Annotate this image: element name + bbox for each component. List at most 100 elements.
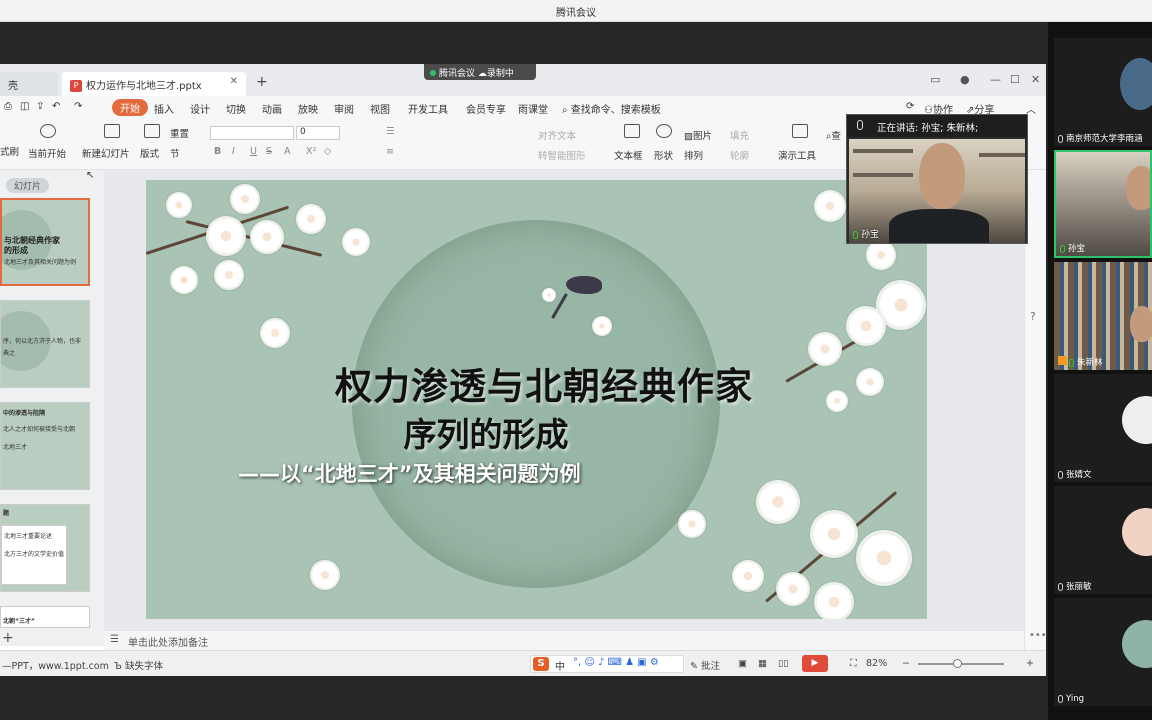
menu-review[interactable]: 审阅 [334,101,354,116]
reset-button[interactable]: 重置 [170,126,189,140]
notes-bar[interactable]: ☰ 单击此处添加备注 [104,630,1024,650]
format-painter-button[interactable]: 式刷 [0,144,19,158]
participant-tile[interactable]: 张婧文 [1054,374,1152,482]
outline-button[interactable]: 轮廓 [730,148,749,162]
underline-icon[interactable]: U [250,146,257,157]
zoom-slider-handle[interactable] [953,659,962,668]
textbox-button[interactable]: 文本框 [614,148,643,162]
active-speaker-tile[interactable]: 正在讲话: 孙宝; 朱新林; 孙宝 [846,114,1028,244]
more-icon[interactable]: ••• [1029,630,1047,641]
menu-rain-classroom[interactable]: 雨课堂 [518,101,548,116]
current-slide[interactable]: 权力渗透与北朝经典作家 序列的形成 ——以“北地三才”及其相关问题为例 [146,180,927,619]
maximize-icon[interactable]: ☐ [1010,73,1020,86]
menu-developer[interactable]: 开发工具 [408,101,448,116]
ppt-file-icon: P [70,80,82,92]
font-size-input[interactable]: 0 [296,126,340,140]
flower [342,228,370,256]
speaker-name: 孙宝 [861,230,880,240]
new-slide-button[interactable]: 新建幻灯片 [82,146,130,160]
missing-font-button[interactable]: Ъ 缺失字体 [114,658,163,672]
sync-icon[interactable]: ⟳ [906,101,914,112]
tab-document[interactable]: P 权力运作与北地三才.pptx ✕ [62,72,246,96]
layout-button[interactable]: 版式 [140,146,159,160]
strikethrough-icon[interactable]: S [266,146,272,157]
undo-icon[interactable]: ↶ [52,101,60,112]
flower [214,260,244,290]
participant-tile[interactable]: 张丽敏 [1054,486,1152,594]
menu-insert[interactable]: 插入 [154,101,174,116]
normal-view-icon[interactable]: ▣ [738,658,747,669]
zoom-in-icon[interactable]: + [1026,658,1034,669]
participant-tile[interactable]: Ying [1054,598,1152,706]
flower [846,306,886,346]
align-left-icon[interactable]: ≡ [386,146,394,157]
section-button[interactable]: 节 [170,146,180,160]
menu-member[interactable]: 会员专享 [466,101,506,116]
participant-label: 张丽敏 [1058,580,1092,592]
font-name-input[interactable] [210,126,294,140]
slide-thumbnail-1[interactable]: 与北朝经典作家 的形成 北地三才及其相关问题为例 [0,198,90,286]
add-slide-icon[interactable]: + [2,630,14,646]
picture-button[interactable]: ▨图片 [684,128,712,142]
template-source: —PPT，www.1ppt.com [2,661,109,672]
fit-window-icon[interactable]: ⛶ [850,658,857,669]
reading-view-icon[interactable]: ▯▯ [778,658,788,669]
slideshow-play-button[interactable]: ▶ [802,655,828,672]
slide-thumbnail-4[interactable]: 题 北地三才重要论述 北方三才的文学史价值 [0,504,90,592]
superscript-icon[interactable]: X² [306,146,316,157]
menu-slideshow[interactable]: 放映 [298,101,318,116]
help-icon[interactable]: ? [1030,310,1036,323]
slide-thumbnail-2[interactable]: 序，何以北方济于人物，也非 典之 [0,300,90,388]
eraser-icon[interactable]: ◇ [324,146,331,157]
grid-view-icon[interactable]: ▦ [758,658,767,669]
flower [814,190,846,222]
window-mode-icon[interactable]: ▭ [930,73,940,86]
new-tab-button[interactable]: + [256,74,268,90]
play-from-current-button[interactable]: 当前开始 [28,146,66,160]
account-avatar-icon[interactable]: ● [960,73,970,86]
italic-icon[interactable]: I [232,146,235,157]
font-color-icon[interactable]: A [284,146,291,157]
new-slide-icon [104,124,120,138]
present-tools-button[interactable]: 演示工具 [778,148,816,162]
fill-button[interactable]: 填充 [730,128,749,142]
slide-thumbnail-5[interactable]: 北朝“三才” [0,606,90,628]
zoom-level[interactable]: 82% [866,658,887,669]
menu-start[interactable]: 开始 [112,99,148,116]
redo-icon[interactable]: ↷ [74,101,82,112]
arrange-button[interactable]: 排列 [684,148,703,162]
input-method-bar[interactable]: S 中 °, ☺ ♪ ⌨ ♟ ▣ ⚙ [530,655,684,673]
thumb-title-2: 的形成 [4,246,28,255]
tab-home[interactable]: 壳 [0,72,58,96]
participant-tile-active[interactable]: 孙宝 [1054,150,1152,258]
ime-mode: 中 [555,662,565,673]
thumb-title: 题 [3,510,10,517]
thumb-text: 北人之才如何被接受与北朝 [3,426,76,433]
missing-font-label: 缺失字体 [124,661,163,672]
menu-transition[interactable]: 切换 [226,101,246,116]
bold-icon[interactable]: B [214,146,221,157]
comment-button[interactable]: ✎ 批注 [690,658,720,672]
menu-design[interactable]: 设计 [190,101,210,116]
smartart-button[interactable]: 转智能图形 [538,148,586,162]
export-icon[interactable]: ⇪ [36,101,44,112]
preview-icon[interactable]: ◫ [20,101,29,112]
participant-tile[interactable]: 朱新林 [1054,262,1152,370]
command-search[interactable]: ⌕ 查找命令、搜索模板 [562,101,661,116]
close-tab-icon[interactable]: ✕ [230,76,238,87]
bullet-list-icon[interactable]: ☰ [386,126,395,137]
zoom-out-icon[interactable]: − [902,658,910,669]
participant-tile[interactable]: 南京师范大学李雨涵 [1054,38,1152,146]
menu-view[interactable]: 视图 [370,101,390,116]
shape-button[interactable]: 形状 [654,148,673,162]
status-bar: —PPT，www.1ppt.com Ъ 缺失字体 S 中 °, ☺ ♪ ⌨ ♟ … [0,650,1046,676]
menu-animation[interactable]: 动画 [262,101,282,116]
print-icon[interactable]: ⎙ [4,101,12,112]
picture-label: 图片 [692,131,712,142]
minimize-icon[interactable]: — [990,73,1001,86]
find-button[interactable]: ⌕查 [826,128,841,142]
align-text-button[interactable]: 对齐文本 [538,128,576,142]
participant-name: 张丽敏 [1066,582,1092,592]
slide-thumbnail-3[interactable]: 中的渗透与阻隔 北人之才如何被接受与北朝 北地三才 [0,402,90,490]
close-window-icon[interactable]: ✕ [1031,73,1040,86]
